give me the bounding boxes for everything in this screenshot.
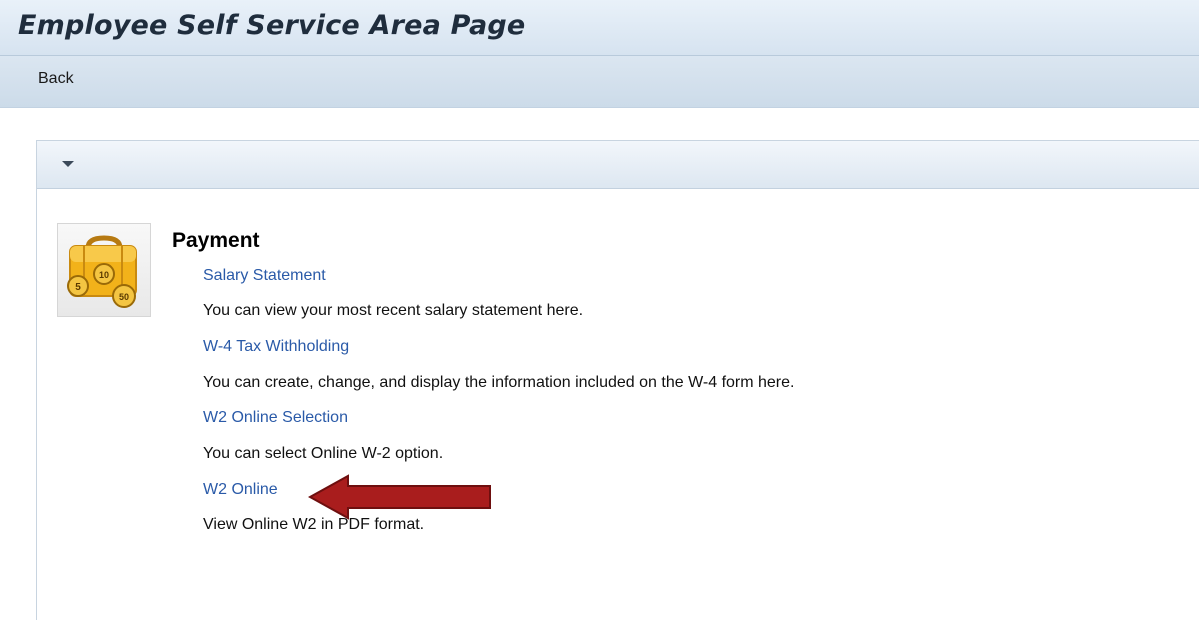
salary-statement-description: You can view your most recent salary sta… xyxy=(203,302,584,319)
triangle-down-icon[interactable] xyxy=(59,157,77,171)
back-button[interactable]: Back xyxy=(38,70,74,88)
svg-text:5: 5 xyxy=(75,282,81,293)
svg-text:50: 50 xyxy=(119,292,129,302)
payment-briefcase-icon: 5 10 50 xyxy=(57,223,151,317)
page: Employee Self Service Area Page Back 5 1… xyxy=(0,0,1199,620)
section-title-payment: Payment xyxy=(172,229,260,252)
page-title: Employee Self Service Area Page xyxy=(18,10,526,41)
w2-online-selection-link[interactable]: W2 Online Selection xyxy=(203,409,348,427)
content-area: 5 10 50 Payment Salary Statement You can… xyxy=(0,108,1199,620)
w4-tax-withholding-description: You can create, change, and display the … xyxy=(203,374,795,391)
svg-text:10: 10 xyxy=(99,270,109,280)
left-arrow-icon xyxy=(308,474,491,520)
salary-statement-link[interactable]: Salary Statement xyxy=(203,267,326,285)
w2-online-selection-description: You can select Online W-2 option. xyxy=(203,445,444,462)
w4-tax-withholding-link[interactable]: W-4 Tax Withholding xyxy=(203,338,349,356)
panel-header xyxy=(37,141,1199,189)
toolbar: Back xyxy=(0,56,1199,108)
w2-online-link[interactable]: W2 Online xyxy=(203,481,278,499)
payment-panel: 5 10 50 Payment Salary Statement You can… xyxy=(36,140,1199,620)
title-bar: Employee Self Service Area Page xyxy=(0,0,1199,56)
